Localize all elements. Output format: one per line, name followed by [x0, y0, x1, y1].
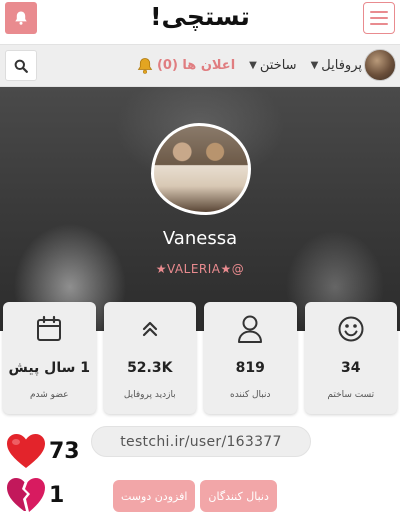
stat-label: تست ساختم [327, 390, 375, 400]
profile-name: Vanessa [162, 228, 238, 249]
nav-menu: پروفایل ▼ ساختن ▼ اعلان ها (0) [136, 45, 362, 86]
chevron-down-icon: ▼ [310, 60, 319, 71]
profile-cover: Vanessa ★VALERIA★@ [0, 87, 400, 331]
profile-avatar[interactable] [151, 123, 251, 215]
nav-avatar[interactable] [364, 49, 396, 81]
nav-item-notifications[interactable]: اعلان ها (0) [136, 57, 235, 75]
nav-item-label: پروفایل [321, 58, 362, 73]
add-friend-button[interactable]: افزودن دوست [113, 480, 196, 512]
calendar-icon [35, 314, 63, 344]
nav-item-label: اعلان ها (0) [156, 58, 236, 73]
action-buttons: افزودن دوست دنبال کنندگان [113, 480, 277, 512]
stat-value: 1 سال پیش [8, 360, 90, 376]
profile-handle: ★VALERIA★@ [155, 262, 245, 276]
stat-label: بازدید پروفایل [123, 390, 176, 400]
stat-card-joined[interactable]: 1 سال پیش عضو شدم [3, 302, 96, 414]
profile-url[interactable]: testchi.ir/user/163377 [91, 426, 311, 457]
nav-bar: پروفایل ▼ ساختن ▼ اعلان ها (0) [0, 44, 400, 87]
search-button[interactable] [5, 50, 37, 81]
stat-value: 819 [235, 360, 265, 376]
hamburger-menu-button[interactable] [363, 2, 395, 34]
stat-value: 34 [341, 360, 361, 376]
double-chevron-up-icon [139, 314, 161, 344]
stat-label: دنبال کننده [229, 390, 271, 400]
followers-button[interactable]: دنبال کنندگان [200, 480, 277, 512]
nav-item-create[interactable]: ساختن ▼ [249, 58, 296, 73]
broken-heart-icon [7, 478, 45, 512]
stat-value: 52.3K [127, 360, 173, 376]
top-header: تستچی! [0, 0, 400, 44]
hamburger-icon [370, 11, 388, 13]
dislike-count: 1 [49, 482, 65, 508]
nav-item-profile[interactable]: پروفایل ▼ [311, 58, 362, 73]
nav-item-label: ساختن [259, 58, 297, 73]
like-count: 73 [49, 438, 80, 464]
user-icon [236, 314, 264, 344]
stat-card-views[interactable]: 52.3K بازدید پروفایل [103, 302, 196, 414]
like-reaction[interactable]: 73 [5, 432, 80, 470]
bell-icon [137, 57, 153, 74]
stat-card-tests[interactable]: 34 تست ساختم [304, 302, 397, 414]
site-logo[interactable]: تستچی! [0, 2, 400, 31]
smiley-icon [337, 314, 365, 344]
search-icon [14, 59, 28, 73]
stat-label: عضو شدم [29, 390, 69, 400]
stat-card-followers[interactable]: 819 دنبال کننده [204, 302, 297, 414]
dislike-reaction[interactable]: 1 [5, 476, 64, 514]
heart-icon [7, 434, 45, 468]
chevron-down-icon: ▼ [249, 60, 257, 71]
stats-cards: 34 تست ساختم 819 دنبال کننده 52.3K بازدی… [3, 302, 397, 414]
